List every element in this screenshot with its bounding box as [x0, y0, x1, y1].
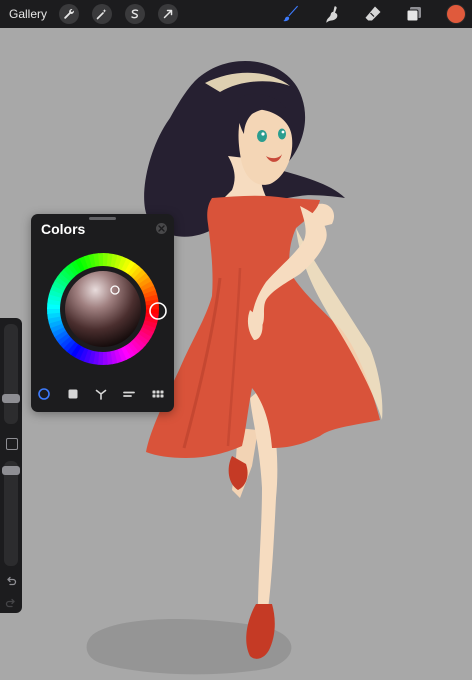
panel-grabber[interactable]	[89, 217, 116, 220]
smudge-tool[interactable]	[321, 3, 343, 25]
eraser-icon	[365, 6, 381, 21]
color-disc[interactable]	[33, 239, 173, 384]
harmony-icon	[95, 389, 107, 400]
opacity-thumb[interactable]	[2, 466, 20, 476]
palettes-icon	[152, 390, 164, 398]
layers-button[interactable]	[403, 3, 425, 25]
brush-icon	[283, 5, 298, 22]
opacity-slider[interactable]	[2, 461, 20, 566]
current-color-swatch[interactable]	[446, 4, 466, 24]
transform-button[interactable]	[158, 4, 179, 24]
redo-button[interactable]	[5, 596, 17, 608]
right-eye	[278, 128, 286, 140]
brush-size-slider[interactable]	[2, 324, 20, 424]
mode-harmony[interactable]	[91, 384, 111, 404]
sidebar-sliders	[0, 318, 22, 613]
value-icon	[123, 391, 135, 397]
selection-button[interactable]	[125, 4, 146, 24]
color-mode-bar	[31, 384, 174, 404]
right-tools	[261, 0, 466, 28]
undo-button[interactable]	[5, 574, 17, 586]
brush-size-thumb[interactable]	[2, 394, 20, 403]
mode-palettes[interactable]	[148, 384, 168, 404]
colors-panel: Colors	[31, 214, 174, 412]
classic-icon	[68, 389, 78, 399]
brush-tool[interactable]	[280, 3, 302, 25]
smudge-icon	[326, 6, 338, 23]
eraser-tool[interactable]	[362, 3, 384, 25]
panel-title: Colors	[41, 221, 86, 237]
disc-icon	[38, 388, 50, 400]
undo-icon	[7, 576, 17, 586]
wrench-icon	[64, 9, 74, 19]
selection-icon	[131, 9, 139, 19]
transform-arrow-icon	[163, 9, 173, 19]
adjustments-button[interactable]	[92, 4, 113, 24]
actions-button[interactable]	[59, 4, 80, 24]
magic-wand-icon	[96, 9, 107, 20]
close-icon	[158, 225, 165, 232]
saturation-disc	[65, 271, 141, 347]
gallery-button[interactable]: Gallery	[9, 7, 47, 21]
mode-value[interactable]	[119, 384, 139, 404]
layers-icon	[406, 7, 421, 22]
mode-disc[interactable]	[34, 384, 54, 404]
redo-icon	[5, 598, 15, 608]
close-button[interactable]	[156, 223, 167, 234]
modify-button[interactable]	[6, 438, 18, 450]
mode-classic[interactable]	[63, 384, 83, 404]
top-toolbar: Gallery	[0, 0, 472, 28]
left-eye	[257, 130, 267, 142]
